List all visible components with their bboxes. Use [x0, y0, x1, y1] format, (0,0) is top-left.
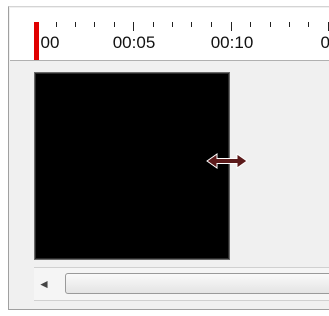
- timeline-window: 00 00:05 00:10 00 ◄: [0, 0, 329, 316]
- ruler-tick: [172, 22, 173, 27]
- ruler-tick: [75, 22, 76, 27]
- ruler-tick: [211, 22, 212, 27]
- ruler-tick: [191, 22, 192, 27]
- ruler-label: 00:05: [112, 33, 156, 52]
- ruler-tick: [114, 22, 115, 27]
- ruler-label: 00: [40, 33, 60, 52]
- track-area[interactable]: [10, 61, 329, 261]
- ruler-tick: [133, 22, 134, 31]
- playhead-marker[interactable]: [34, 22, 39, 60]
- scrollbar-thumb[interactable]: [65, 273, 329, 294]
- horizontal-scrollbar[interactable]: ◄: [34, 267, 329, 301]
- ruler-tick: [250, 22, 251, 27]
- time-ruler[interactable]: 00 00:05 00:10 00: [10, 8, 329, 61]
- video-clip[interactable]: [34, 72, 230, 260]
- ruler-tick: [153, 22, 154, 27]
- ruler-tick: [289, 22, 290, 27]
- scroll-left-arrow-icon[interactable]: ◄: [34, 268, 54, 300]
- ruler-tick: [270, 22, 271, 27]
- ruler-tick: [56, 22, 57, 27]
- ruler-label: 00: [321, 33, 329, 53]
- ruler-tick: [308, 22, 309, 27]
- ruler-tick: [231, 22, 232, 31]
- ruler-label: 00:10: [210, 33, 254, 52]
- ruler-tick: [94, 22, 95, 27]
- resize-horizontal-cursor-icon: [206, 153, 248, 169]
